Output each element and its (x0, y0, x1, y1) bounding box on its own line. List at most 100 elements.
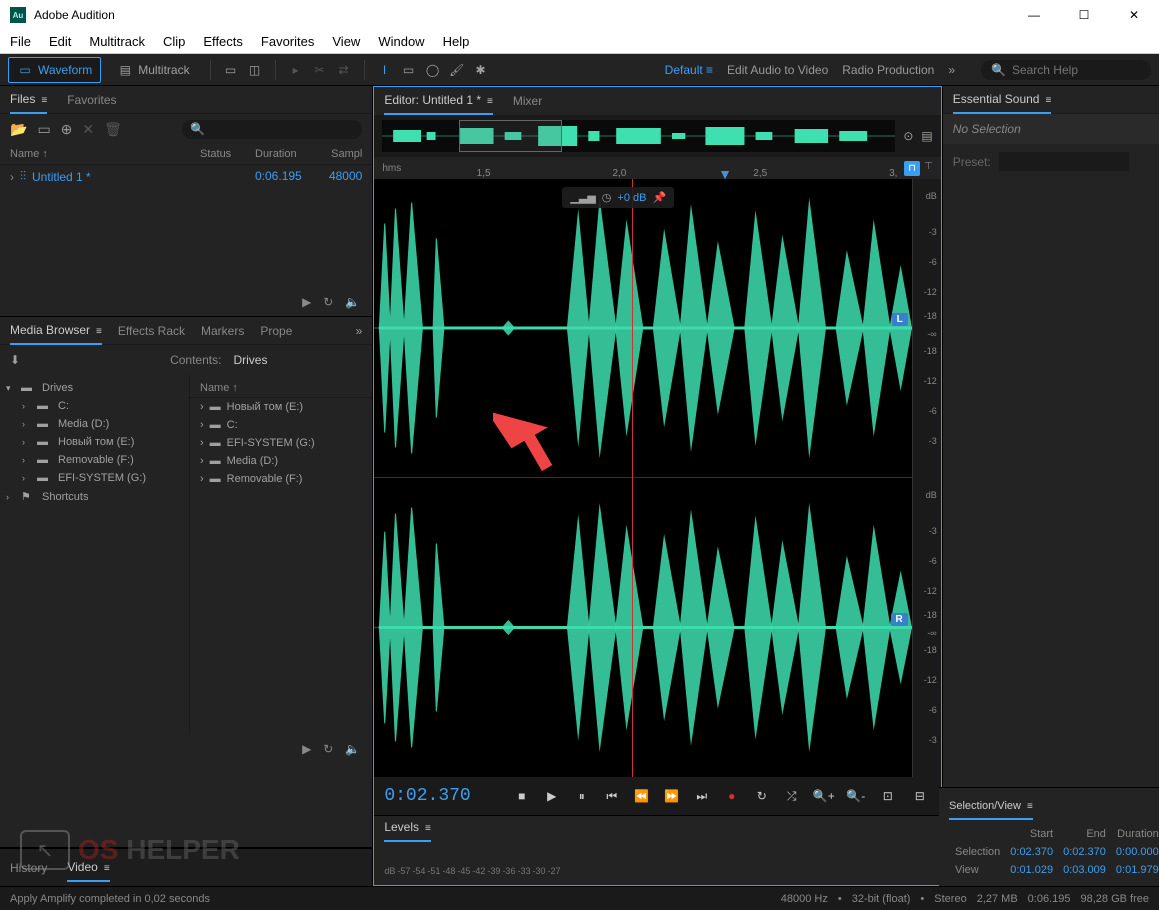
zoom-fit-icon[interactable]: ⊙ (903, 129, 913, 143)
record-button[interactable]: ● (721, 785, 743, 807)
menu-file[interactable]: File (10, 34, 31, 49)
zoom-full-icon[interactable]: ⊡ (877, 785, 899, 807)
list-item[interactable]: ›▬Media (D:) (190, 452, 372, 470)
waveform-display[interactable]: L R ▁▃▅ ◷ +0 dB (374, 179, 940, 777)
view-end[interactable]: 0:03.009 (1059, 862, 1110, 878)
tab-media-browser[interactable]: Media Browser≡ (10, 317, 102, 345)
time-display[interactable]: 0:02.370 (384, 786, 470, 806)
files-filter[interactable]: 🔍 (182, 120, 362, 139)
preset-input[interactable] (999, 152, 1129, 171)
playhead[interactable] (632, 179, 633, 777)
heal-tool-icon[interactable]: ✱ (473, 62, 489, 78)
brush-tool-icon[interactable]: 🖌 (449, 62, 465, 78)
help-search[interactable]: 🔍 (981, 60, 1151, 80)
sel-start[interactable]: 0:02.370 (1006, 844, 1057, 860)
waveform-view-button[interactable]: ▭ Waveform (8, 57, 101, 83)
snap-toggle[interactable]: ⊓ (904, 161, 920, 176)
view-start[interactable]: 0:01.029 (1006, 862, 1057, 878)
workspace-more[interactable]: » (948, 63, 955, 77)
sel-end[interactable]: 0:02.370 (1059, 844, 1110, 860)
tab-history[interactable]: History (10, 855, 47, 881)
file-row[interactable]: ›⫶⫶Untitled 1 * 0:06.195 48000 (0, 165, 372, 188)
import-icon[interactable]: ⬇ (10, 353, 20, 367)
list-header-name[interactable]: Name ↑ (190, 379, 372, 398)
play-icon[interactable]: ▶ (302, 742, 311, 756)
close-button[interactable]: ✕ (1119, 8, 1149, 22)
loop-icon[interactable]: ↻ (323, 295, 333, 309)
col-duration[interactable]: Duration (255, 148, 325, 160)
tree-item[interactable]: ›▬Removable (F:) (0, 451, 189, 469)
insert-icon[interactable]: ⊕ (61, 121, 73, 138)
new-file-icon[interactable]: ▭ (37, 121, 50, 138)
sel-dur[interactable]: 0:00.000 (1112, 844, 1159, 860)
tab-mixer[interactable]: Mixer (513, 88, 542, 114)
tree-item[interactable]: ›▬Media (D:) (0, 415, 189, 433)
view-dur[interactable]: 0:01.979 (1112, 862, 1159, 878)
tab-levels[interactable]: Levels≡ (384, 814, 431, 842)
pin-icon[interactable]: 📌 (652, 191, 666, 204)
more-tabs-icon[interactable]: » (356, 324, 363, 338)
play-button[interactable]: ▶ (541, 785, 563, 807)
minimize-button[interactable]: — (1019, 8, 1049, 22)
col-status[interactable]: Status (200, 148, 255, 160)
maximize-button[interactable]: ☐ (1069, 8, 1099, 22)
close-file-icon[interactable]: ✕ (82, 121, 94, 138)
stop-button[interactable]: ■ (511, 785, 533, 807)
menu-view[interactable]: View (332, 34, 360, 49)
spectral-toggle-icon[interactable]: ◫ (247, 62, 263, 78)
loop-icon[interactable]: ↻ (323, 742, 333, 756)
tab-essential-sound[interactable]: Essential Sound≡ (953, 86, 1052, 114)
forward-button[interactable]: ⏩ (661, 785, 683, 807)
tree-item[interactable]: ›▬EFI-SYSTEM (G:) (0, 469, 189, 487)
pause-button[interactable]: ⏸ (571, 785, 593, 807)
menu-multitrack[interactable]: Multitrack (89, 34, 145, 49)
list-item[interactable]: ›▬EFI-SYSTEM (G:) (190, 434, 372, 452)
rewind-button[interactable]: ⏪ (631, 785, 653, 807)
view-mode-icon[interactable]: ▤ (921, 129, 932, 143)
delete-icon[interactable]: 🗑 (104, 121, 122, 138)
levels-meter[interactable]: dB -57 -54 -51 -48 -45 -42 -39 -36 -33 -… (374, 840, 940, 880)
menu-favorites[interactable]: Favorites (261, 34, 314, 49)
menu-effects[interactable]: Effects (203, 34, 243, 49)
tab-video[interactable]: Video≡ (67, 854, 109, 882)
time-selection-tool-icon[interactable]: I (377, 62, 393, 78)
list-item[interactable]: ›▬C: (190, 416, 372, 434)
time-ruler[interactable]: hms 1,5 2,0 2,5 3, ▼ ⊓ ⊤ (374, 157, 940, 179)
tab-favorites[interactable]: Favorites (67, 87, 116, 113)
play-icon[interactable]: ▶ (302, 295, 311, 309)
col-sample[interactable]: Sampl (325, 148, 362, 160)
workspace-edit-audio[interactable]: Edit Audio to Video (727, 63, 828, 77)
overview-navigator[interactable]: ⊙ ▤ (374, 115, 940, 157)
col-name[interactable]: Name ↑ (10, 148, 200, 160)
menu-edit[interactable]: Edit (49, 34, 71, 49)
auto-play-icon[interactable]: 🔈 (345, 295, 360, 309)
skip-selection-button[interactable]: ⤮ (781, 785, 803, 807)
files-filter-input[interactable] (205, 122, 354, 137)
open-file-icon[interactable]: 📂 (10, 121, 27, 138)
workspace-selector[interactable]: Default ≡ (665, 63, 713, 77)
help-search-input[interactable] (1012, 63, 1141, 77)
go-to-end-button[interactable]: ⏭ (691, 785, 713, 807)
menu-window[interactable]: Window (378, 34, 424, 49)
slip-tool-icon[interactable]: ⇄ (336, 62, 352, 78)
menu-help[interactable]: Help (443, 34, 470, 49)
loop-button[interactable]: ↻ (751, 785, 773, 807)
multitrack-view-button[interactable]: ▤ Multitrack (109, 58, 197, 82)
workspace-radio[interactable]: Radio Production (842, 63, 934, 77)
marquee-tool-icon[interactable]: ▭ (401, 62, 417, 78)
list-item[interactable]: ›▬Removable (F:) (190, 470, 372, 488)
tree-item[interactable]: ›▬Новый том (E:) (0, 433, 189, 451)
razor-tool-icon[interactable]: ✂ (312, 62, 328, 78)
tab-properties[interactable]: Prope (260, 318, 292, 344)
hud-db-value[interactable]: +0 dB (617, 192, 646, 204)
tab-files[interactable]: Files≡ (10, 86, 47, 114)
move-tool-icon[interactable]: ▸ (288, 62, 304, 78)
tree-item[interactable]: ▾▬Drives (0, 379, 189, 397)
tab-editor[interactable]: Editor: Untitled 1 *≡ (384, 87, 493, 115)
tab-selection-view[interactable]: Selection/View≡ (949, 794, 1033, 820)
list-item[interactable]: ›▬Новый том (E:) (190, 398, 372, 416)
tab-effects-rack[interactable]: Effects Rack (118, 318, 185, 344)
zoom-in-icon[interactable]: 🔍+ (813, 785, 835, 807)
lasso-tool-icon[interactable]: ◯ (425, 62, 441, 78)
tree-item[interactable]: ›⚑Shortcuts (0, 487, 189, 506)
